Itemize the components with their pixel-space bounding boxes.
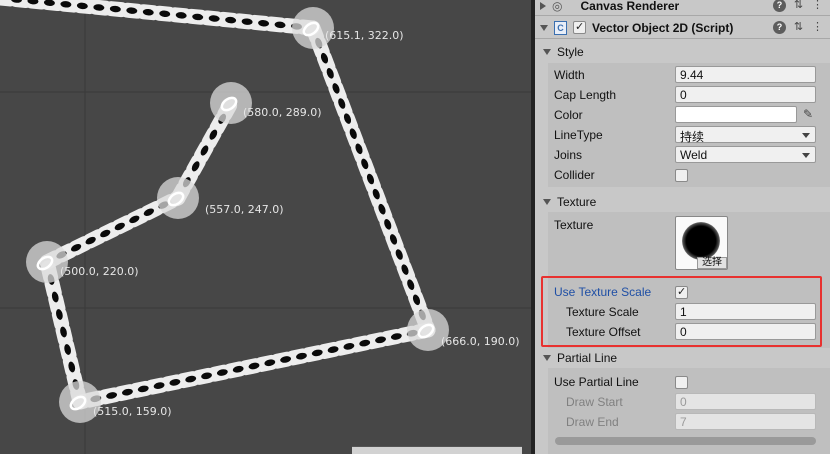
draw-end-field[interactable]: 7 <box>675 413 816 430</box>
enabled-checkbox[interactable] <box>573 20 586 34</box>
collider-row: Collider <box>535 165 830 185</box>
texture-foldout[interactable]: Texture <box>535 192 830 212</box>
inspector-panel: ◎ Canvas Renderer ? ⇅ ⋮ C Vector Object … <box>535 0 830 454</box>
point-label: (580.0, 289.0) <box>243 106 322 119</box>
cap-length-row: Cap Length 0 <box>535 85 830 105</box>
component-title: Canvas Renderer <box>580 0 680 13</box>
texture-slot[interactable]: 选择 <box>675 216 728 270</box>
scene-overlay-panel <box>352 446 522 454</box>
point-label: (500.0, 220.0) <box>60 265 139 278</box>
scene-canvas[interactable] <box>0 0 531 454</box>
foldout-arrow-icon[interactable] <box>543 49 551 55</box>
foldout-arrow-icon[interactable] <box>540 1 546 10</box>
component-title: Vector Object 2D (Script) <box>592 20 734 35</box>
point-label: (557.0, 247.0) <box>205 203 284 216</box>
line-type-row: LineType 持续 <box>535 125 830 145</box>
field-label: Collider <box>554 168 595 182</box>
scene-view[interactable]: (615.1, 322.0) (580.0, 289.0) (557.0, 24… <box>0 0 531 454</box>
range-slider[interactable] <box>555 437 816 445</box>
foldout-arrow-icon[interactable] <box>540 24 548 31</box>
foldout-arrow-icon[interactable] <box>543 355 551 361</box>
field-label: Color <box>554 108 583 122</box>
joins-row: Joins Weld <box>535 145 830 165</box>
line-segment-glow <box>39 190 186 270</box>
highlight-box <box>541 276 822 347</box>
field-label: LineType <box>554 128 603 142</box>
use-partial-line-checkbox[interactable] <box>675 376 688 389</box>
section-title: Partial Line <box>557 351 618 365</box>
menu-icon[interactable]: ⋮ <box>811 21 824 34</box>
field-label: Texture <box>554 218 594 232</box>
point-label: (615.1, 322.0) <box>325 29 404 42</box>
width-row: Width 9.44 <box>535 65 830 85</box>
collider-checkbox[interactable] <box>675 169 688 182</box>
draw-end-row: Draw End 7 <box>535 412 830 432</box>
eyedropper-icon[interactable]: ✎ <box>803 107 813 121</box>
script-icon: C <box>554 20 567 35</box>
section-title: Style <box>557 45 584 59</box>
select-texture-button[interactable]: 选择 <box>697 257 727 269</box>
field-label: Cap Length <box>554 88 617 102</box>
vertex-handle <box>292 7 334 49</box>
field-label: Width <box>554 68 585 82</box>
joins-dropdown[interactable]: Weld <box>675 146 816 163</box>
help-icon[interactable]: ? <box>773 0 786 12</box>
draw-start-field[interactable]: 0 <box>675 393 816 410</box>
canvas-renderer-header[interactable]: ◎ Canvas Renderer ? ⇅ ⋮ <box>535 0 830 16</box>
point-label: (666.0, 190.0) <box>441 335 520 348</box>
draw-start-row: Draw Start 0 <box>535 392 830 412</box>
field-label: Use Partial Line <box>554 375 639 389</box>
use-partial-line-row: Use Partial Line <box>535 372 830 392</box>
vector-object-header[interactable]: C Vector Object 2D (Script) ? ⇅ ⋮ <box>535 17 830 39</box>
foldout-arrow-icon[interactable] <box>543 199 551 205</box>
eye-icon: ◎ <box>552 0 563 13</box>
style-foldout[interactable]: Style <box>535 42 830 62</box>
preset-icon[interactable]: ⇅ <box>792 0 805 12</box>
texture-preview <box>682 222 720 260</box>
field-label: Joins <box>554 148 583 162</box>
line-type-dropdown[interactable]: 持续 <box>675 126 816 144</box>
width-field[interactable]: 9.44 <box>675 66 816 83</box>
help-icon[interactable]: ? <box>773 21 786 34</box>
section-title: Texture <box>557 195 597 209</box>
point-label: (515.0, 159.0) <box>93 405 172 418</box>
preset-icon[interactable]: ⇅ <box>792 21 805 34</box>
cap-length-field[interactable]: 0 <box>675 86 816 103</box>
partial-line-foldout[interactable]: Partial Line <box>535 348 830 368</box>
field-label: Draw End <box>566 415 619 429</box>
vertex-handle <box>157 177 199 219</box>
field-label: Draw Start <box>566 395 623 409</box>
color-row: Color ✎ <box>535 105 830 125</box>
texture-row: Texture 选择 <box>535 215 830 273</box>
color-swatch[interactable] <box>675 106 797 123</box>
menu-icon[interactable]: ⋮ <box>811 0 824 12</box>
